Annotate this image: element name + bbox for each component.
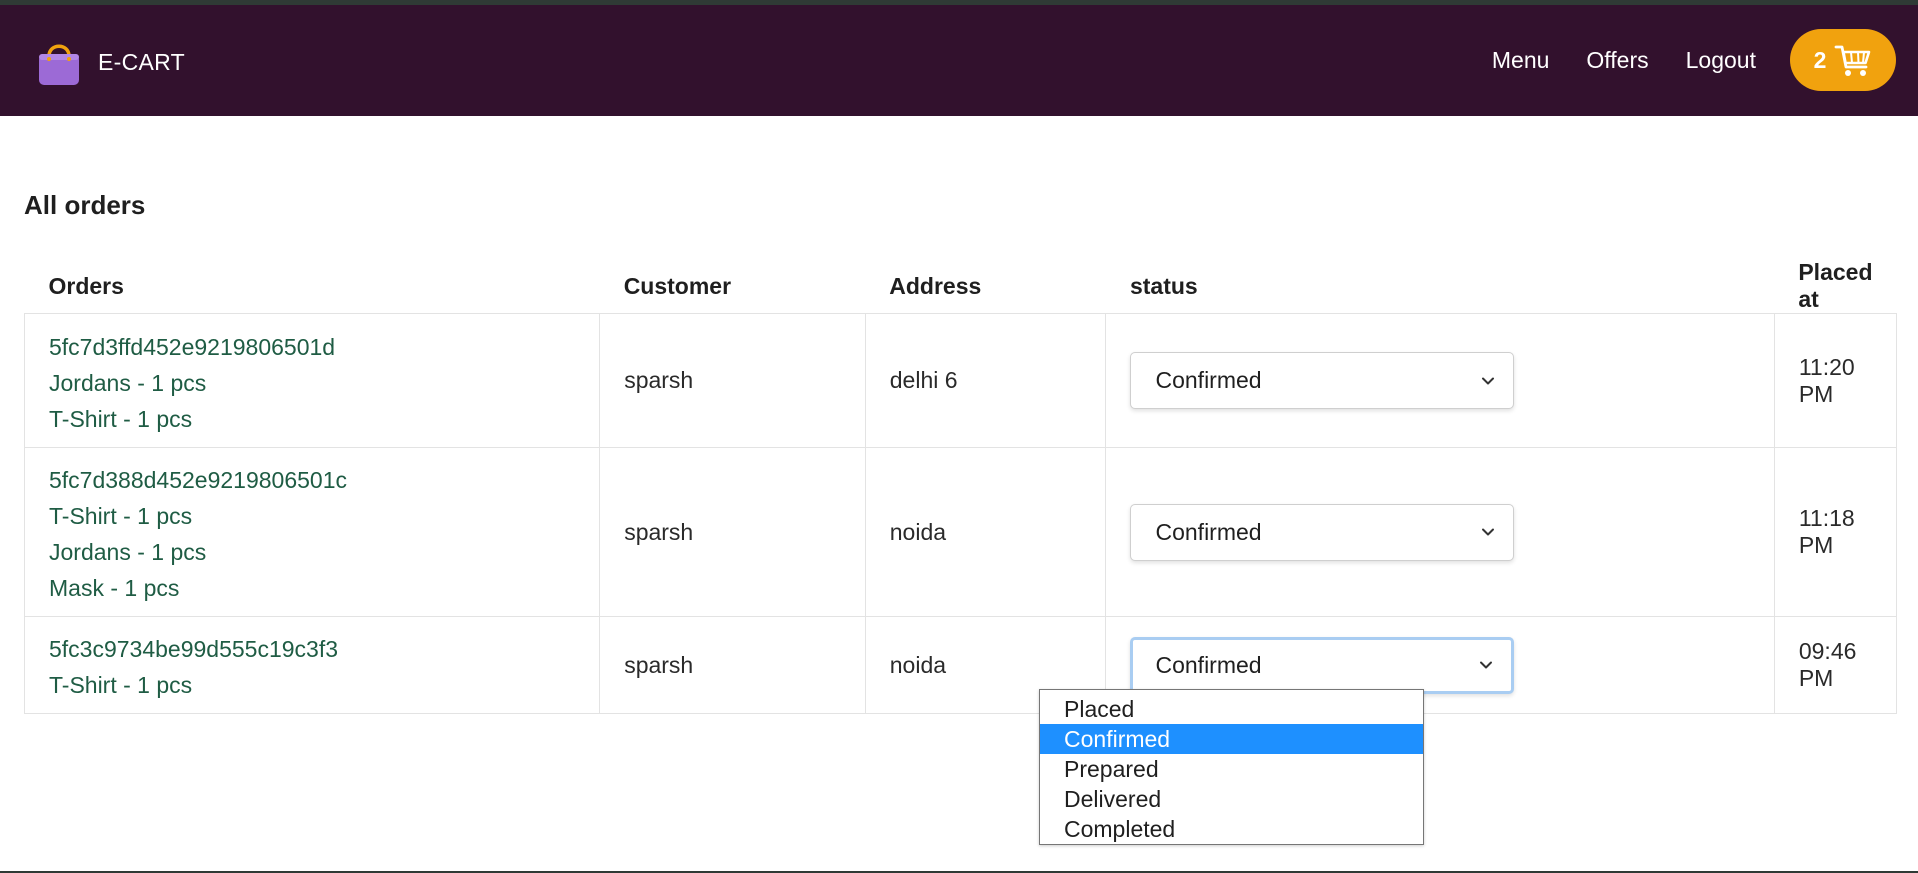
status-option-completed[interactable]: Completed	[1040, 814, 1423, 844]
placed-at-cell: 11:18 PM	[1773, 447, 1898, 617]
status-cell: Confirmed	[1105, 313, 1775, 448]
placed-at-cell: 09:46 PM	[1773, 616, 1898, 714]
order-cell: 5fc7d3ffd452e9219806501d Jordans - 1 pcs…	[23, 313, 601, 448]
nav-logout-link[interactable]: Logout	[1686, 47, 1756, 74]
nav-menu-link[interactable]: Menu	[1492, 47, 1550, 74]
table-row: 5fc3c9734be99d555c19c3f3 T-Shirt - 1 pcs…	[23, 616, 1898, 714]
address-cell: delhi 6	[864, 313, 1107, 448]
page-title: All orders	[24, 190, 146, 220]
column-header-address: Address	[865, 259, 1106, 314]
customer-cell: sparsh	[599, 447, 866, 617]
status-option-confirmed[interactable]: Confirmed	[1040, 724, 1423, 754]
status-select-open[interactable]: Confirmed	[1130, 636, 1515, 694]
order-item: Jordans - 1 pcs	[49, 369, 207, 396]
address-cell: noida	[864, 447, 1107, 617]
shopping-cart-icon	[1834, 45, 1871, 76]
chevron-down-icon	[1482, 377, 1495, 384]
order-id-link[interactable]: 5fc7d388d452e9219806501c	[49, 462, 575, 498]
brand-name: E-CART	[98, 48, 185, 75]
status-select[interactable]: Confirmed	[1130, 352, 1515, 409]
customer-cell: sparsh	[599, 313, 866, 448]
brand[interactable]: E-CART	[34, 37, 185, 87]
order-item: T-Shirt - 1 pcs	[49, 503, 193, 529]
column-header-status: status	[1105, 259, 1775, 314]
status-dropdown-list: Placed Confirmed Prepared Delivered Comp…	[1039, 689, 1424, 845]
placed-at-cell: 11:20 PM	[1773, 313, 1898, 448]
order-cell: 5fc7d388d452e9219806501c T-Shirt - 1 pcs…	[23, 447, 601, 617]
status-option-placed[interactable]: Placed	[1040, 694, 1423, 724]
order-item: T-Shirt - 1 pcs	[49, 672, 193, 698]
nav-links: Menu Offers Logout	[1455, 5, 1756, 116]
shopping-bag-icon	[39, 44, 79, 85]
order-cell: 5fc3c9734be99d555c19c3f3 T-Shirt - 1 pcs	[23, 616, 601, 714]
order-id-link[interactable]: 5fc7d3ffd452e9219806501d	[49, 329, 575, 365]
top-navbar: E-CART Menu Offers Logout 2	[0, 5, 1918, 116]
table-row: 5fc7d3ffd452e9219806501d Jordans - 1 pcs…	[23, 313, 1898, 448]
orders-table: Orders Customer Address status Placed at…	[23, 259, 1898, 714]
chevron-down-icon	[1482, 528, 1495, 536]
column-header-customer: Customer	[599, 259, 866, 314]
status-cell: Confirmed	[1105, 447, 1775, 617]
status-select-value: Confirmed	[1155, 651, 1262, 678]
column-header-orders: Orders	[24, 259, 600, 314]
nav-offers-link[interactable]: Offers	[1586, 47, 1648, 74]
status-select[interactable]: Confirmed	[1130, 503, 1515, 561]
order-item: Mask - 1 pcs	[49, 575, 180, 601]
status-select-value: Confirmed	[1155, 367, 1262, 393]
order-item: T-Shirt - 1 pcs	[49, 405, 193, 432]
table-header-row: Orders Customer Address status Placed at	[24, 259, 1897, 314]
order-item: Jordans - 1 pcs	[49, 539, 207, 565]
status-option-prepared[interactable]: Prepared	[1040, 754, 1423, 784]
cart-button[interactable]: 2	[1790, 29, 1896, 91]
order-id-link[interactable]: 5fc3c9734be99d555c19c3f3	[49, 631, 575, 667]
status-option-delivered[interactable]: Delivered	[1040, 784, 1423, 814]
cart-count: 2	[1813, 46, 1827, 73]
customer-cell: sparsh	[599, 616, 866, 714]
chevron-down-icon	[1480, 661, 1493, 669]
column-header-placed-at: Placed at	[1774, 259, 1897, 314]
status-select-value: Confirmed	[1155, 518, 1262, 545]
table-row: 5fc7d388d452e9219806501c T-Shirt - 1 pcs…	[23, 447, 1898, 617]
